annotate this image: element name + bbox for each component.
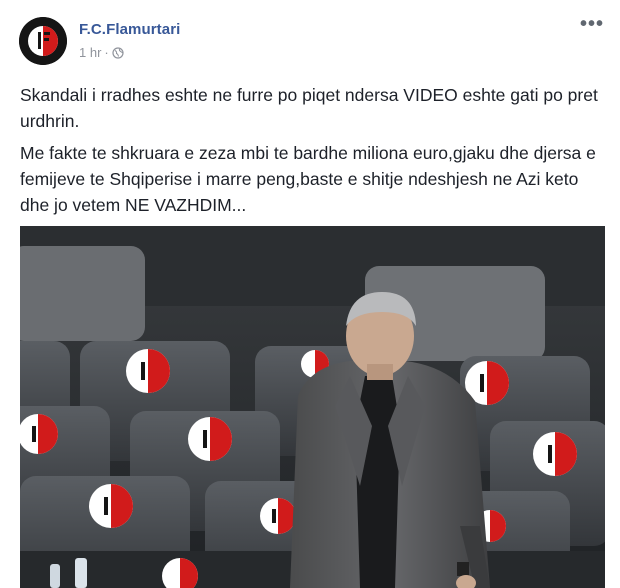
page-avatar[interactable]: [19, 17, 67, 65]
post-paragraph-1: Skandali i rradhes eshte ne furre po piq…: [20, 85, 598, 131]
seat-logo: [188, 417, 232, 461]
more-options-icon[interactable]: •••: [580, 14, 604, 34]
page-name-link[interactable]: F.C.Flamurtari: [79, 21, 180, 38]
post-timestamp[interactable]: 1 hr: [79, 45, 101, 60]
post-text: Skandali i rradhes eshte ne furre po piq…: [20, 82, 610, 224]
post-photo[interactable]: [20, 226, 605, 588]
post-header: F.C.Flamurtari 1 hr ·: [19, 17, 180, 65]
timestamp-row: 1 hr ·: [79, 45, 180, 60]
post-meta: F.C.Flamurtari 1 hr ·: [79, 21, 180, 60]
facebook-post: F.C.Flamurtari 1 hr · ••• Skandali i rra…: [0, 0, 620, 588]
post-paragraph-2: Me fakte te shkruara e zeza mbi te bardh…: [20, 143, 596, 215]
seat-logo: [126, 349, 170, 393]
seat-logo: [89, 484, 133, 528]
seat-logo: [533, 432, 577, 476]
globe-icon[interactable]: [112, 46, 124, 59]
meta-separator: ·: [104, 45, 109, 60]
seat-logo: [260, 498, 296, 534]
